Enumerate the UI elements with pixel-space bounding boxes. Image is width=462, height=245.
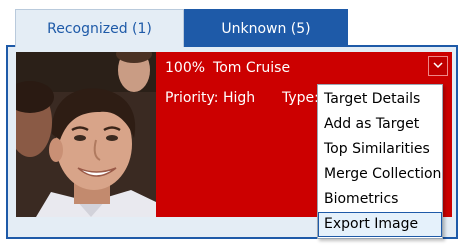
type-label: Type: (282, 90, 319, 106)
match-name: Tom Cruise (213, 60, 291, 76)
tab-bar: Recognized (1) Unknown (5) (0, 0, 462, 47)
menu-item-export-image[interactable]: Export Image (318, 212, 442, 237)
menu-item-merge-collection[interactable]: Merge Collection (318, 162, 442, 187)
chevron-down-icon (433, 60, 443, 71)
face-photo-image (16, 52, 156, 217)
menu-item-add-as-target[interactable]: Add as Target (318, 112, 442, 137)
menu-item-biometrics[interactable]: Biometrics (318, 187, 442, 212)
match-score-name: 100% Tom Cruise (165, 60, 290, 76)
context-menu: Target Details Add as Target Top Similar… (317, 84, 443, 239)
priority-label: Priority: High (165, 90, 256, 106)
recognition-window: Recognized (1) Unknown (5) 100% Tom Crui… (0, 0, 462, 245)
card-menu-button[interactable] (428, 56, 448, 76)
menu-item-top-similarities[interactable]: Top Similarities (318, 137, 442, 162)
tab-unknown[interactable]: Unknown (5) (184, 9, 348, 47)
match-score: 100% (165, 60, 206, 76)
tab-recognized[interactable]: Recognized (1) (15, 9, 184, 47)
menu-item-target-details[interactable]: Target Details (318, 87, 442, 112)
face-photo (16, 52, 156, 217)
